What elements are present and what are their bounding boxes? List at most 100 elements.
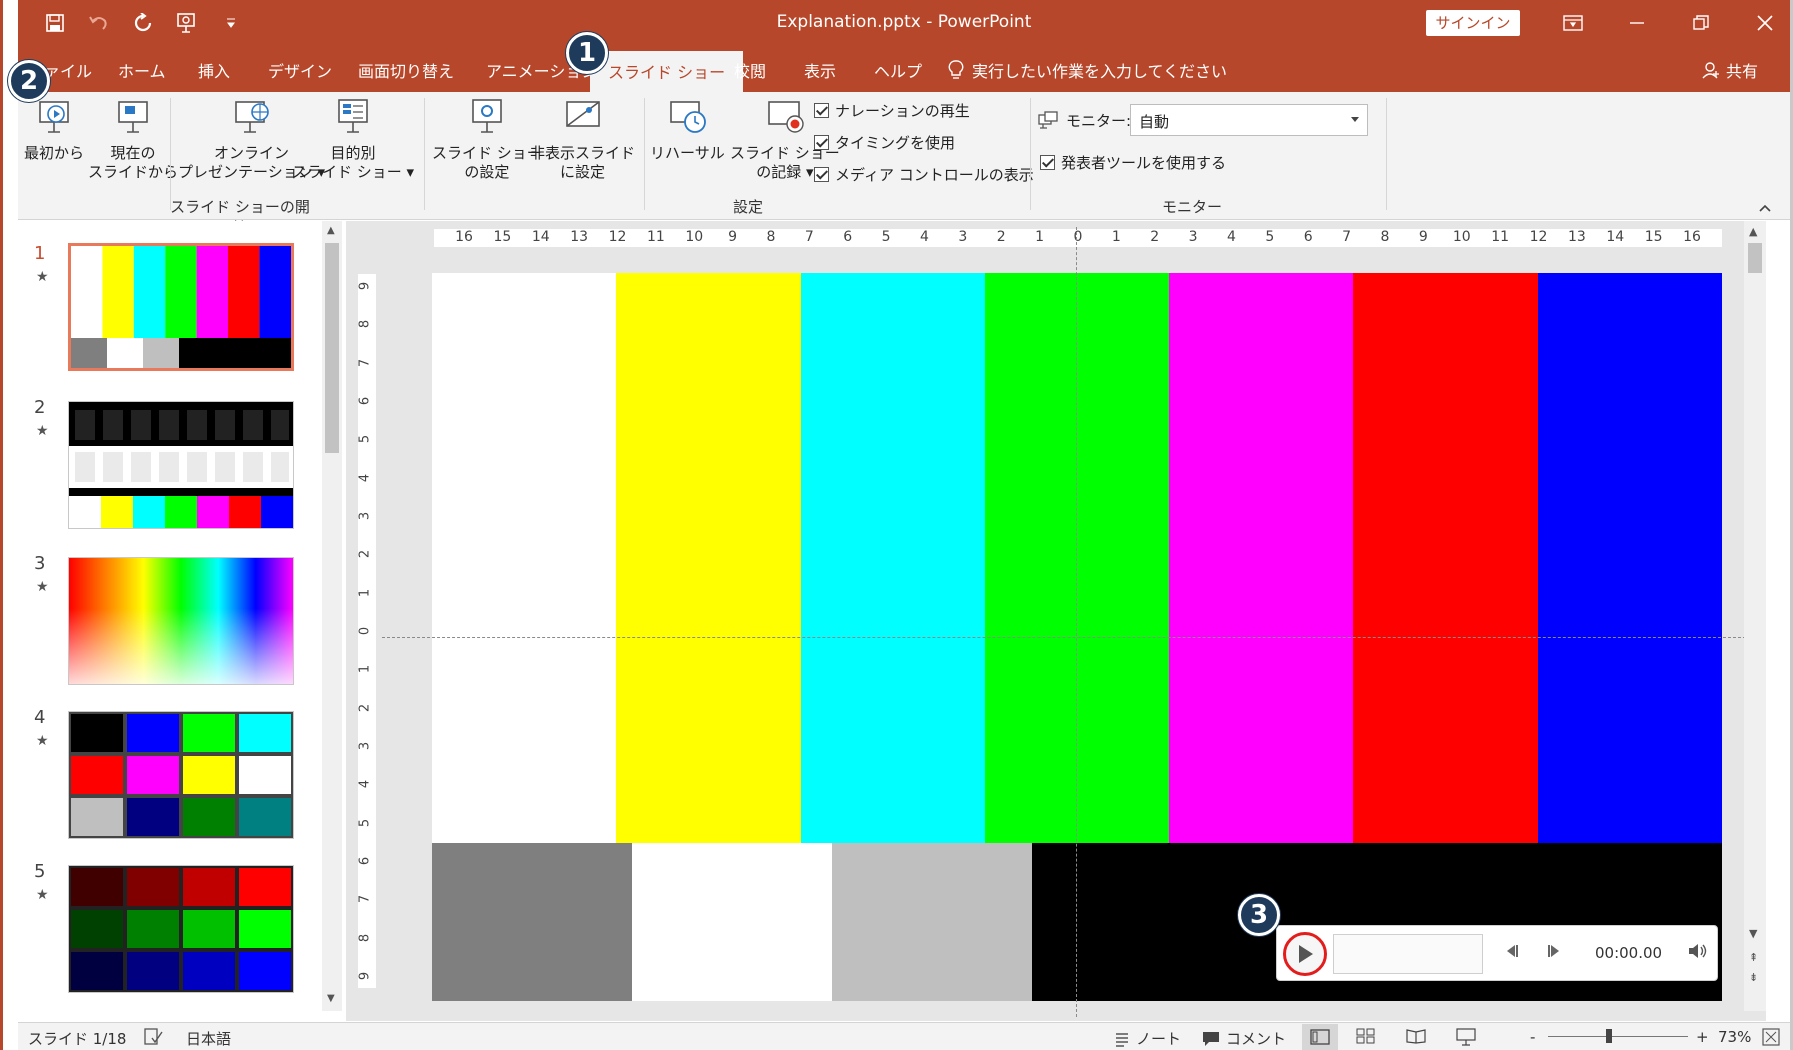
zoom-in-button[interactable]: + [1696, 1028, 1709, 1046]
record-label-2: の記録 ▾ [756, 163, 814, 181]
thumbnail-number: 1 [34, 243, 46, 264]
notes-label: ノート [1136, 1030, 1182, 1048]
from-current-button[interactable]: 現在の スライドから [88, 96, 178, 182]
ruler-tick-label: 14 [531, 229, 550, 245]
play-button[interactable] [1283, 932, 1327, 976]
scroll-down-icon[interactable]: ▼ [327, 993, 335, 1004]
tab-help[interactable]: ヘルプ [874, 58, 922, 82]
thumbnail-color-bars [71, 246, 291, 368]
scrollbar-thumb[interactable] [325, 243, 339, 453]
show-media-controls-checkbox[interactable]: メディア コントロールの表示 [814, 164, 1034, 185]
rehearse-icon [670, 101, 707, 133]
window-controls [1558, 8, 1780, 38]
custom-slideshow-icon [338, 99, 368, 133]
thumbnail-slide-4[interactable] [68, 711, 294, 839]
from-beginning-icon [39, 101, 69, 133]
zoom-out-button[interactable]: - [1530, 1028, 1535, 1046]
scroll-down-icon[interactable]: ▼ [1749, 927, 1757, 940]
editor-scrollbar[interactable]: ▲ ▼ ⇞ ⇟ [1744, 221, 1766, 1011]
ruler-tick-label: 2 [996, 229, 1006, 245]
checkbox-checked [814, 135, 829, 150]
custom-slideshow-button[interactable]: 目的別 スライド ショー ▾ [292, 96, 414, 182]
spell-check-icon[interactable] [144, 1028, 164, 1046]
person-icon [1702, 62, 1719, 79]
ruler-tick-label: 6 [357, 396, 373, 406]
from-current-icon [118, 101, 148, 133]
step-back-icon[interactable] [1503, 944, 1519, 962]
comments-button[interactable]: コメント [1202, 1028, 1286, 1049]
normal-view-button[interactable] [1302, 1024, 1338, 1050]
thumbnail-slide-3[interactable] [68, 557, 294, 685]
fit-slide-icon[interactable] [1762, 1028, 1780, 1046]
play-icon [1299, 945, 1313, 963]
thumbnail-slide-2[interactable] [68, 401, 294, 529]
play-narration-label: ナレーションの再生 [835, 102, 970, 120]
scrollbar-thumb[interactable] [1748, 243, 1762, 273]
rehearse-label: リハーサル [650, 144, 725, 162]
minimize-icon[interactable] [1622, 8, 1652, 38]
hide-slide-label-2: に設定 [560, 163, 606, 181]
slide-sorter-button[interactable] [1356, 1028, 1376, 1044]
hide-slide-button[interactable]: 非表示スライド に設定 [530, 96, 635, 182]
ribbon-separator [1030, 98, 1031, 210]
restore-icon[interactable] [1686, 8, 1716, 38]
scroll-up-icon[interactable]: ▲ [1749, 225, 1757, 238]
vertical-guide[interactable] [1076, 227, 1077, 1017]
share-button[interactable]: 共有 [1702, 58, 1758, 82]
presenter-view-checkbox[interactable]: 発表者ツールを使用する [1040, 152, 1226, 173]
tab-insert[interactable]: 挿入 [198, 58, 230, 82]
thumbnail-number: 5 [34, 861, 46, 882]
ruler-tick-label: 5 [881, 229, 891, 245]
use-timings-checkbox[interactable]: タイミングを使用 [814, 132, 955, 153]
next-slide-icon[interactable]: ⇟ [1749, 971, 1758, 984]
rehearse-timings-button[interactable]: リハーサル [650, 96, 725, 163]
tab-home[interactable]: ホーム [118, 58, 166, 82]
ruler-tick-label: 2 [357, 550, 373, 559]
scroll-up-icon[interactable]: ▲ [327, 225, 335, 236]
thumbnail-slide-5[interactable] [68, 865, 294, 993]
language-indicator[interactable]: 日本語 [186, 1028, 231, 1049]
tab-review[interactable]: 校閲 [734, 58, 766, 82]
media-timeline[interactable] [1333, 934, 1483, 974]
play-narration-checkbox[interactable]: ナレーションの再生 [814, 100, 970, 121]
reading-view-button[interactable] [1406, 1028, 1426, 1044]
ribbon-separator [424, 98, 425, 210]
step-forward-icon[interactable] [1547, 944, 1563, 962]
tell-me-search[interactable]: 実行したい作業を入力してください [948, 58, 1227, 82]
animation-star-icon: ★ [36, 269, 49, 285]
thumbnail-scrollbar[interactable]: ▲ ▼ [322, 221, 342, 1011]
tab-view[interactable]: 表示 [804, 58, 836, 82]
setup-slideshow-button[interactable]: スライド ショー の設定 [432, 96, 542, 182]
ruler-tick-label: 3 [958, 229, 968, 245]
ruler-tick-label: 9 [1418, 229, 1428, 245]
volume-icon[interactable] [1687, 942, 1709, 964]
close-icon[interactable] [1750, 8, 1780, 38]
vertical-ruler: 9 8 7 6 5 4 3 2 1 0 1 2 3 4 5 6 7 8 9 [358, 274, 376, 988]
tab-transitions[interactable]: 画面切り替え [358, 58, 454, 82]
setup-slideshow-label-1: スライド ショー [432, 144, 542, 162]
ruler-tick-label: 9 [357, 281, 373, 291]
zoom-slider-knob[interactable] [1606, 1029, 1612, 1043]
monitor-dropdown[interactable]: 自動 [1130, 104, 1368, 136]
custom-slideshow-label-2: スライド ショー ▾ [292, 163, 415, 181]
hide-slide-icon [565, 101, 600, 127]
from-beginning-button[interactable]: 最初から [24, 96, 84, 163]
signin-button[interactable]: サインイン [1426, 10, 1520, 36]
tab-design[interactable]: デザイン [268, 58, 332, 82]
ribbon-display-options-icon[interactable] [1558, 8, 1588, 38]
collapse-ribbon-icon[interactable] [1758, 202, 1772, 216]
horizontal-guide[interactable] [382, 637, 1766, 638]
ruler-tick-label: 7 [357, 895, 373, 904]
thumbnail-slide-1[interactable] [68, 243, 294, 371]
tab-slideshow[interactable]: スライド ショー [590, 51, 744, 92]
notes-button[interactable]: ノート [1114, 1028, 1181, 1049]
zoom-slider[interactable] [1548, 1029, 1688, 1043]
ruler-tick-label: 11 [1491, 229, 1510, 245]
slideshow-view-button[interactable] [1456, 1028, 1476, 1046]
monitor-label: モニター: [1066, 112, 1132, 130]
monitor-dropdown-value: 自動 [1139, 113, 1170, 131]
ruler-tick-label: 14 [1606, 229, 1625, 245]
share-label: 共有 [1725, 62, 1758, 81]
zoom-level[interactable]: 73% [1718, 1028, 1751, 1046]
previous-slide-icon[interactable]: ⇞ [1749, 951, 1758, 964]
